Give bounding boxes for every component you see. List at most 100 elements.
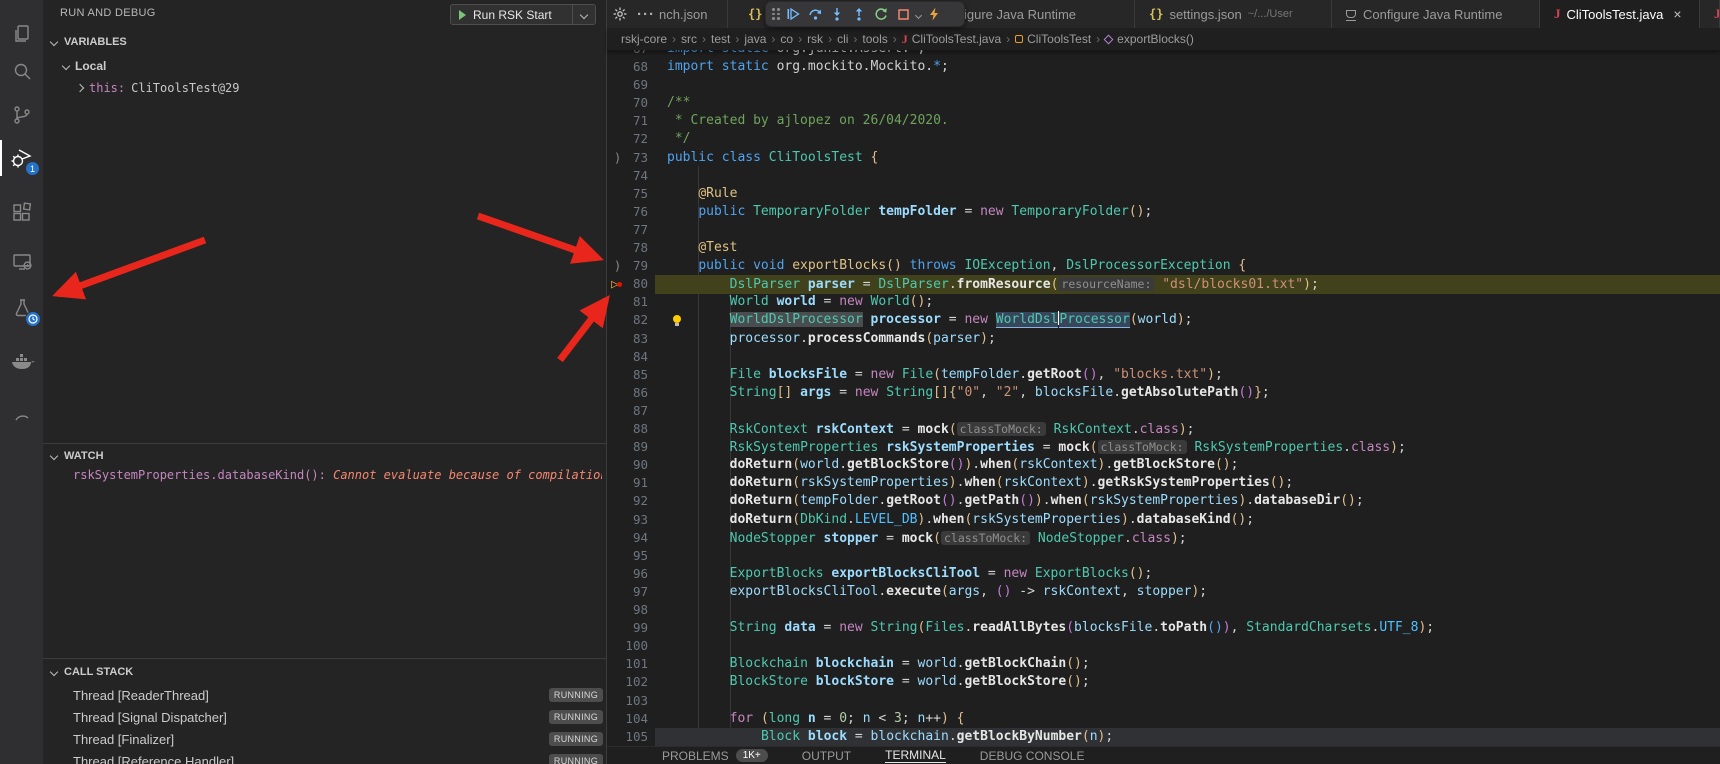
code-line[interactable]: )79public void exportBlocks() throws IOE… [607,257,1720,276]
breadcrumb-class[interactable]: CliToolsTest [1015,32,1091,46]
line-number[interactable]: 91 [607,474,648,492]
line-number[interactable]: 74 [607,167,648,185]
code-line[interactable]: 76public TemporaryFolder tempFolder = ne… [607,203,1720,222]
code-line[interactable]: 96ExportBlocks exportBlocksCliTool = new… [607,565,1720,584]
line-number[interactable]: 82 [607,311,648,329]
line-number[interactable]: 90 [607,456,648,474]
watch-section-header[interactable]: WATCH [51,446,104,466]
line-number[interactable]: 99 [607,619,648,637]
docker-icon[interactable] [0,342,43,382]
line-number[interactable]: 70 [607,94,648,112]
gear-icon[interactable] [612,6,628,22]
code-line[interactable]: 92doReturn(tempFolder.getRoot().getPath(… [607,492,1720,511]
editor-tab[interactable]: Configure Java Runtime [1332,0,1540,28]
line-number[interactable]: 97 [607,583,648,601]
breadcrumb-item[interactable]: rskj-core [621,32,667,46]
breadcrumb-item[interactable]: rsk [807,32,823,46]
run-dropdown-chevron-icon[interactable] [572,5,595,24]
line-number[interactable]: 75 [607,185,648,203]
code-line[interactable]: 68import static org.mockito.Mockito.*; [607,58,1720,77]
line-number[interactable]: 84 [607,348,648,366]
code-line[interactable]: 77 [607,221,1720,240]
breadcrumb-file[interactable]: JCliToolsTest.java [902,32,1001,47]
code-line[interactable]: 97exportBlocksCliTool.execute(args, () -… [607,583,1720,602]
line-number[interactable]: 105 [607,728,648,746]
code-line[interactable]: 89RskSystemProperties rskSystemPropertie… [607,438,1720,457]
testing-flask-icon[interactable] [0,288,43,328]
line-number[interactable]: 89 [607,438,648,456]
breadcrumb-item[interactable]: cli [837,32,848,46]
line-number[interactable]: 71 [607,112,648,130]
code-line[interactable]: 95 [607,547,1720,566]
restart-icon[interactable] [870,3,892,25]
continue-icon[interactable] [782,3,804,25]
breadcrumb-item[interactable]: src [681,32,697,46]
line-number[interactable]: 98 [607,601,648,619]
section-divider[interactable] [43,658,606,659]
line-number[interactable]: 69 [607,76,648,94]
breadcrumb-method[interactable]: exportBlocks() [1105,32,1194,46]
code-line[interactable]: 87 [607,402,1720,421]
code-line[interactable]: 75@Rule [607,185,1720,204]
code-line[interactable]: 71 * Created by ajlopez on 26/04/2020. [607,112,1720,131]
remote-explorer-icon[interactable] [0,242,43,282]
line-number[interactable]: 79 [607,257,648,275]
section-divider[interactable] [43,443,606,444]
code-line[interactable]: 98 [607,601,1720,620]
panel-tab-output[interactable]: OUTPUT [802,749,851,763]
call-stack-thread-row[interactable]: Thread [Signal Dispatcher]RUNNING [43,706,606,728]
call-stack-section-header[interactable]: CALL STACK [51,662,133,682]
call-stack-thread-row[interactable]: Thread [Finalizer]RUNNING [43,728,606,750]
code-line[interactable]: 72 */ [607,130,1720,149]
source-control-icon[interactable] [0,95,43,135]
code-line[interactable]: 101Blockchain blockchain = world.getBloc… [607,655,1720,674]
code-line[interactable]: 83processor.processCommands(parser); [607,330,1720,349]
step-out-icon[interactable] [848,3,870,25]
watch-expression-row[interactable]: rskSystemProperties.databaseKind(): Cann… [73,468,602,482]
line-number[interactable]: 100 [607,637,648,655]
panel-tab-terminal[interactable]: TERMINAL [885,748,946,763]
code-line[interactable]: 69 [607,76,1720,95]
more-actions-icon[interactable]: ··· [637,6,655,23]
line-number[interactable]: 85 [607,366,648,384]
lightbulb-icon[interactable] [673,315,681,323]
line-number[interactable]: 103 [607,692,648,710]
step-over-icon[interactable] [804,3,826,25]
line-number[interactable]: 102 [607,673,648,691]
line-number[interactable]: 72 [607,130,648,148]
call-stack-thread-row[interactable]: Thread [ReaderThread]RUNNING [43,684,606,706]
line-number[interactable]: 96 [607,565,648,583]
line-number[interactable]: 80 [607,275,648,293]
panel-tab-debug-console[interactable]: DEBUG CONSOLE [980,749,1085,763]
run-configuration-dropdown[interactable]: Run RSK Start [450,4,596,25]
code-line[interactable]: 88RskContext rskContext = mock(classToMo… [607,420,1720,439]
line-number[interactable]: 93 [607,511,648,529]
explorer-icon[interactable] [0,14,43,54]
step-into-icon[interactable] [826,3,848,25]
code-line[interactable]: 102BlockStore blockStore = world.getBloc… [607,673,1720,692]
line-number[interactable]: 104 [607,710,648,728]
partial-icon[interactable] [0,390,43,430]
line-number[interactable]: 68 [607,58,648,76]
breadcrumb-item[interactable]: co [780,32,793,46]
line-number[interactable]: 86 [607,384,648,402]
search-icon[interactable] [0,52,43,92]
code-line[interactable]: 90doReturn(world.getBlockStore()).when(r… [607,456,1720,475]
code-line[interactable]: 82WorldDslProcessor processor = new Worl… [607,311,1720,330]
code-line[interactable]: 105Block block = blockchain.getBlockByNu… [607,728,1720,746]
code-line[interactable]: 78@Test [607,239,1720,258]
code-line[interactable]: 94NodeStopper stopper = mock(classToMock… [607,529,1720,548]
code-line[interactable]: 70/** [607,94,1720,113]
code-line[interactable]: 86String[] args = new String[]{"0", "2",… [607,384,1720,403]
breadcrumb-item[interactable]: test [711,32,730,46]
editor-tab[interactable]: JCliToolsTest.java× [1540,0,1700,28]
run-and-debug-icon[interactable]: 1 [0,138,43,178]
code-line[interactable]: 84 [607,348,1720,367]
hot-code-replace-icon[interactable] [923,3,945,25]
code-line[interactable]: )73public class CliToolsTest { [607,149,1720,168]
code-line[interactable]: 93doReturn(DbKind.LEVEL_DB).when(rskSyst… [607,511,1720,530]
code-line[interactable]: 85File blocksFile = new File(tempFolder.… [607,366,1720,385]
variables-scope-local[interactable]: Local [63,56,106,76]
panel-tab-problems[interactable]: PROBLEMS1K+ [662,749,768,763]
code-line[interactable]: 99String data = new String(Files.readAll… [607,619,1720,638]
